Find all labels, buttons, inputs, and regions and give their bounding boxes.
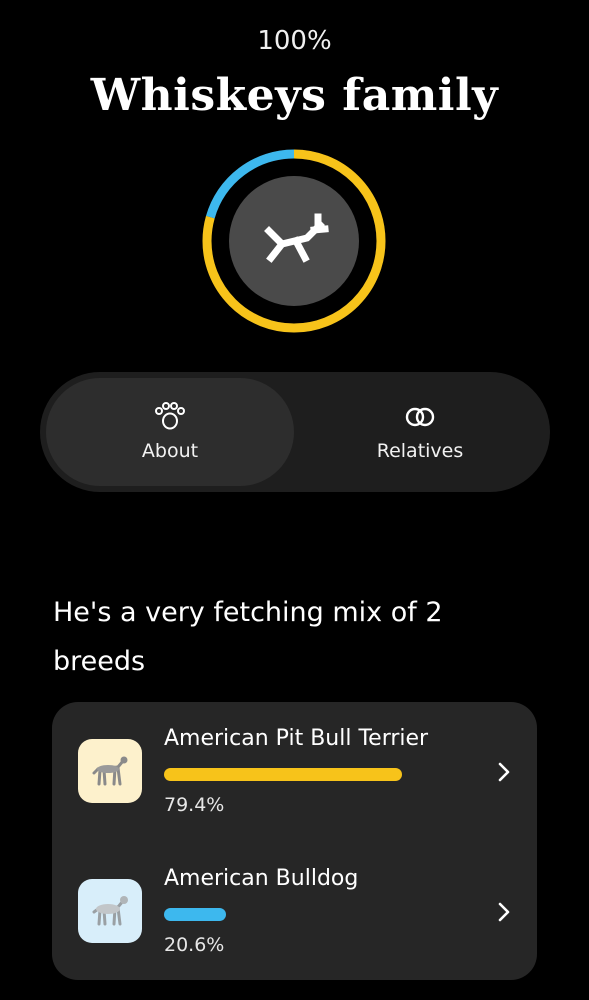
tab-about[interactable]: About xyxy=(46,378,294,486)
breed-percentage-bar xyxy=(164,768,402,781)
dog-thumbnail-icon xyxy=(92,896,128,926)
breed-list-card: American Pit Bull Terrier 79.4% American… xyxy=(52,702,537,980)
breed-name: American Bulldog xyxy=(164,866,359,891)
breed-mix-heading: He's a very fetching mix of 2 breeds xyxy=(53,597,443,677)
breed-percentage-bar xyxy=(164,908,226,921)
chevron-right-icon xyxy=(498,762,510,782)
breed-thumbnail xyxy=(78,739,142,803)
tab-relatives-label: Relatives xyxy=(376,440,464,462)
match-percent: 100% xyxy=(257,26,332,56)
ancestry-ring-chart xyxy=(202,149,386,333)
breed-percentage: 79.4% xyxy=(164,794,225,816)
dog-thumbnail-icon xyxy=(92,756,128,786)
page-title: Whiskeys family xyxy=(90,70,499,121)
paw-icon xyxy=(153,402,187,432)
breed-name: American Pit Bull Terrier xyxy=(164,726,429,751)
breed-thumbnail xyxy=(78,879,142,943)
breed-percentage: 20.6% xyxy=(164,934,225,956)
linked-rings-icon xyxy=(403,402,437,432)
tab-relatives[interactable]: Relatives xyxy=(296,378,544,486)
tab-about-label: About xyxy=(141,440,199,462)
tab-bar: About Relatives xyxy=(40,372,550,492)
ancestry-ring xyxy=(200,147,388,335)
breed-row-american-pit-bull-terrier[interactable]: American Pit Bull Terrier 79.4% xyxy=(52,718,537,848)
breed-row-american-bulldog[interactable]: American Bulldog 20.6% xyxy=(52,858,537,988)
chevron-right-icon xyxy=(498,902,510,922)
